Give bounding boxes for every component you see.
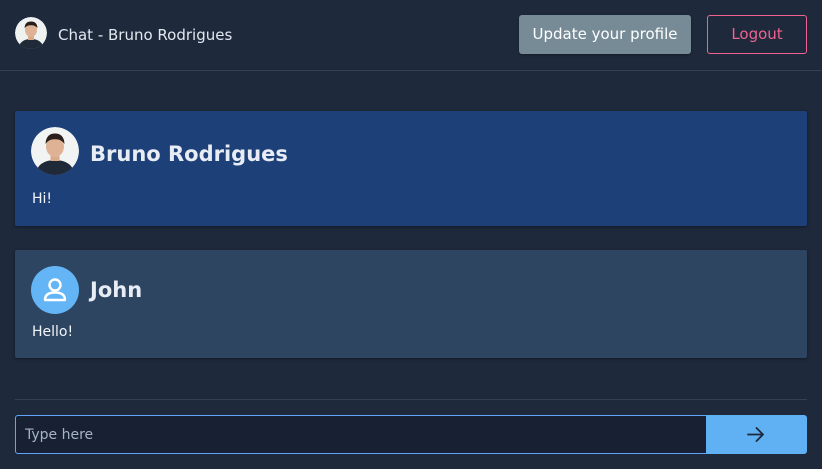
header-avatar [15,17,47,49]
send-button[interactable] [706,415,807,454]
message-author: John [90,278,143,302]
message-text: Hello! [32,324,74,340]
chat-title: Chat - Bruno Rodrigues [58,26,233,44]
message-author: Bruno Rodrigues [90,142,288,166]
logout-button[interactable]: Logout [707,15,807,54]
message-avatar [31,127,79,175]
app-header: Chat - Bruno Rodrigues Update your profi… [0,0,822,71]
composer-divider [15,399,807,400]
message-input[interactable] [15,415,707,454]
user-photo-avatar-icon [31,127,79,175]
chat-message: Bruno Rodrigues Hi! [15,111,807,226]
user-photo-avatar-icon [15,17,47,49]
message-composer [15,415,807,454]
update-profile-button[interactable]: Update your profile [519,15,691,54]
message-avatar [31,266,79,314]
message-text: Hi! [32,191,53,207]
person-icon [43,278,67,302]
arrow-right-icon [747,427,764,442]
chat-message: John Hello! [15,250,807,358]
